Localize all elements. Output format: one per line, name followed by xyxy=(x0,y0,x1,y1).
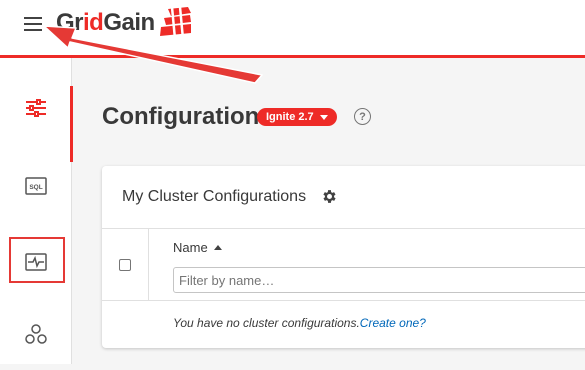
gridgain-logo[interactable]: GridGain xyxy=(56,4,192,42)
version-selector[interactable]: Ignite 2.7 xyxy=(257,108,337,126)
sidebar-item-configuration[interactable] xyxy=(0,72,73,162)
sidebar: SQL xyxy=(0,58,73,364)
column-header-name[interactable]: Name xyxy=(173,240,222,255)
sort-ascending-icon xyxy=(213,245,222,250)
empty-state-message: You have no cluster configurations.Creat… xyxy=(173,316,426,330)
cluster-icon xyxy=(25,324,47,344)
version-label: Ignite 2.7 xyxy=(266,111,314,123)
logo-text: GridGain xyxy=(56,9,155,36)
cluster-configurations-card: My Cluster Configurations Name You have … xyxy=(102,166,585,348)
page-title: Configuration xyxy=(102,103,260,130)
sliders-icon xyxy=(26,99,46,117)
grid-header: Name xyxy=(102,229,585,301)
sql-icon: SQL xyxy=(25,177,47,195)
filter-by-name-input[interactable] xyxy=(173,267,585,293)
select-column xyxy=(102,229,149,301)
select-all-checkbox[interactable] xyxy=(119,259,131,271)
empty-state-text: You have no cluster configurations. xyxy=(173,316,360,330)
sidebar-item-queries[interactable]: SQL xyxy=(0,150,72,222)
create-configuration-link[interactable]: Create one? xyxy=(360,316,426,330)
sidebar-item-cluster[interactable] xyxy=(0,298,72,370)
gear-icon[interactable] xyxy=(321,188,338,205)
svg-text:SQL: SQL xyxy=(29,184,42,191)
logo-mark-icon xyxy=(159,7,191,39)
chevron-down-icon xyxy=(319,114,328,120)
top-bar: GridGain xyxy=(0,0,585,58)
hamburger-menu-icon[interactable] xyxy=(24,17,42,31)
card-title: My Cluster Configurations xyxy=(122,188,307,205)
column-name-label: Name xyxy=(173,240,208,255)
card-header: My Cluster Configurations xyxy=(102,166,585,229)
annotation-highlight-box xyxy=(9,237,65,283)
main-content: Configuration Ignite 2.7 ? My Cluster Co… xyxy=(72,58,585,364)
help-icon[interactable]: ? xyxy=(354,108,371,125)
